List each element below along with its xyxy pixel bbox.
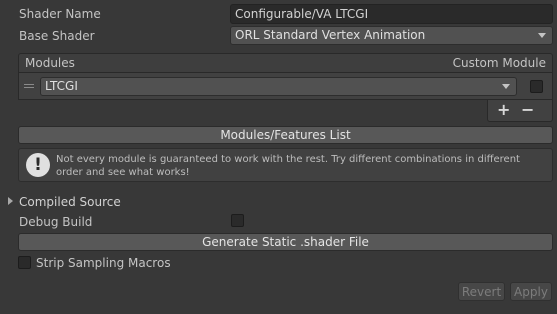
base-shader-dropdown[interactable]: ORL Standard Vertex Animation — [230, 26, 553, 45]
base-shader-label: Base Shader — [19, 29, 95, 43]
shader-name-input[interactable]: Configurable/VA LTCGI — [230, 4, 553, 24]
generate-static-shader-button[interactable]: Generate Static .shader File — [18, 233, 553, 251]
module-item-value: LTCGI — [45, 79, 78, 93]
base-shader-value: ORL Standard Vertex Animation — [235, 28, 426, 42]
custom-module-checkbox[interactable] — [530, 80, 543, 93]
modules-list-footer: + − — [487, 100, 553, 122]
strip-sampling-macros-label: Strip Sampling Macros — [36, 256, 171, 270]
custom-module-header-label: Custom Module — [452, 56, 546, 70]
revert-button[interactable]: Revert — [458, 282, 505, 301]
help-box-text: Not every module is guaranteed to work w… — [56, 154, 520, 178]
apply-button[interactable]: Apply — [510, 282, 552, 301]
strip-sampling-macros-checkbox[interactable] — [18, 256, 31, 269]
compiled-source-foldout[interactable]: Compiled Source — [19, 194, 121, 210]
modules-list-header: Modules Custom Module — [18, 53, 553, 72]
chevron-down-icon — [502, 84, 510, 89]
remove-module-button[interactable]: − — [521, 100, 534, 120]
chevron-down-icon — [538, 33, 546, 38]
add-module-button[interactable]: + — [497, 100, 510, 120]
module-item-dropdown[interactable]: LTCGI — [40, 77, 517, 96]
shader-name-label: Shader Name — [19, 7, 101, 21]
modules-features-list-button[interactable]: Modules/Features List — [18, 126, 553, 144]
debug-build-label: Debug Build — [19, 215, 93, 229]
debug-build-checkbox[interactable] — [231, 214, 244, 227]
modules-list-body: LTCGI — [18, 72, 553, 100]
modules-header-label: Modules — [25, 56, 75, 70]
foldout-arrow-icon[interactable] — [8, 197, 13, 205]
exclamation-icon: ! — [26, 153, 50, 177]
drag-handle-icon[interactable] — [24, 84, 34, 89]
warning-help-box: ! Not every module is guaranteed to work… — [18, 148, 553, 182]
